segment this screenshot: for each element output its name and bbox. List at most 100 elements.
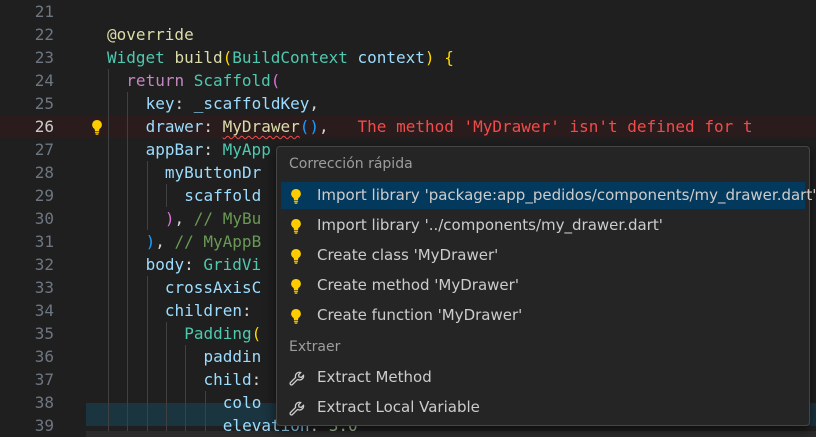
code-token: ) [164, 209, 175, 228]
horizontal-scrollbar[interactable] [86, 431, 816, 437]
code-token: : [174, 94, 194, 113]
lightbulb-icon [289, 247, 305, 265]
indent-guide [108, 115, 109, 138]
code-token: build [174, 48, 223, 67]
code-text: paddin [204, 345, 262, 368]
line-number: 31 [34, 232, 54, 251]
code-text: colo [223, 391, 262, 414]
quick-fix-label: Extract Local Variable [317, 398, 480, 416]
lightbulb-icon [289, 307, 305, 325]
line-number: 36 [34, 347, 54, 366]
code-token: , [155, 232, 175, 251]
extract-header: Extraer [289, 339, 341, 355]
code-token: key [145, 94, 175, 113]
code-text: @override [107, 23, 194, 46]
code-text: children: [165, 299, 261, 322]
indent-guide [127, 161, 129, 184]
indent-guide [108, 276, 109, 299]
line-number: 33 [34, 278, 54, 297]
code-token: BuildContext [232, 48, 348, 67]
lightbulb-icon [289, 277, 305, 295]
code-text: appBar: MyApp [146, 138, 271, 161]
quick-fix-label: Create function 'MyDrawer' [317, 306, 523, 324]
quick-fix-label: Create class 'MyDrawer' [317, 246, 499, 264]
indent-guide [108, 253, 109, 276]
code-token: , [174, 209, 194, 228]
quick-fix-item[interactable]: Create function 'MyDrawer' [281, 302, 805, 329]
code-line[interactable]: 22 @override [0, 23, 816, 46]
indent-guide [108, 184, 109, 207]
code-token: : [184, 255, 204, 274]
code-token: : [251, 370, 262, 389]
code-line[interactable]: 25 key: _scaffoldKey, [0, 92, 816, 115]
line-number: 22 [34, 25, 54, 44]
line-number: 28 [34, 163, 54, 182]
code-text: key: _scaffoldKey, [146, 92, 319, 115]
quick-fix-item[interactable]: Extract Local Variable [281, 394, 805, 421]
indent-guide [127, 345, 129, 368]
code-line[interactable]: 26 drawer: MyDrawer(), The method 'MyDraw… [0, 115, 816, 138]
code-token: MyApp [222, 140, 271, 159]
lightbulb-icon[interactable] [90, 118, 104, 136]
code-token: ) [309, 117, 319, 136]
line-number: 30 [34, 209, 54, 228]
indent-guide [127, 230, 129, 253]
code-token: , [309, 94, 319, 113]
quick-fix-item[interactable]: Create class 'MyDrawer' [281, 242, 805, 269]
indent-guide [108, 161, 109, 184]
code-token: MyDrawer [222, 117, 300, 136]
indent-guide [127, 276, 129, 299]
indent-guide [127, 207, 129, 230]
indent-guide [108, 92, 109, 115]
code-line[interactable]: 24 return Scaffold( [0, 69, 816, 92]
code-token: ) [424, 48, 435, 67]
indent-guide [146, 368, 148, 391]
code-token: ( [270, 71, 281, 90]
code-line[interactable]: 23 Widget build(BuildContext context) { [0, 46, 816, 69]
code-token: // MyBu [193, 209, 262, 228]
indent-guide [108, 207, 109, 230]
code-token: drawer [145, 117, 204, 136]
indent-guide [127, 322, 129, 345]
line-number: 34 [34, 301, 54, 320]
quick-fix-item[interactable]: Import library 'package:app_pedidos/comp… [281, 182, 816, 209]
indent-guide [127, 368, 129, 391]
error-message: The method 'MyDrawer' isn't defined for … [328, 117, 753, 136]
quick-fix-item[interactable]: Extract Method [281, 364, 805, 391]
code-text: scaffold [184, 184, 261, 207]
indent-guide [146, 276, 148, 299]
code-line[interactable]: 21 [0, 0, 816, 23]
indent-guide [146, 322, 148, 345]
code-text: crossAxisC [165, 276, 261, 299]
code-token: { [444, 48, 454, 67]
code-token: colo [222, 393, 262, 412]
indent-guide [108, 230, 109, 253]
code-text: return Scaffold( [126, 69, 280, 92]
code-token: context [357, 48, 425, 67]
indent-guide [108, 138, 109, 161]
code-token: Padding [184, 324, 252, 343]
quick-fix-label: Import library 'package:app_pedidos/comp… [317, 186, 816, 204]
code-text: Widget build(BuildContext context) { [107, 46, 454, 69]
line-number: 26 [34, 117, 54, 136]
code-text: drawer: MyDrawer(), The method 'MyDrawer… [146, 115, 753, 138]
line-number: 35 [34, 324, 54, 343]
wrench-icon [289, 399, 305, 417]
code-text: myButtonDr [165, 161, 261, 184]
indent-guide [185, 391, 187, 414]
code-text: ), // MyAppB [146, 230, 262, 253]
code-token: : [203, 140, 223, 159]
code-token: GridVi [203, 255, 262, 274]
wrench-icon [289, 369, 305, 387]
indent-guide [127, 391, 129, 414]
indent-guide [108, 368, 109, 391]
indent-guide [108, 345, 109, 368]
indent-guide [165, 345, 167, 368]
quick-fix-item[interactable]: Create method 'MyDrawer' [281, 272, 805, 299]
quick-fix-item[interactable]: Import library '../components/my_drawer.… [281, 212, 805, 239]
indent-guide [127, 92, 129, 115]
code-token: appBar [145, 140, 204, 159]
indent-guide [165, 368, 167, 391]
indent-guide [127, 184, 129, 207]
